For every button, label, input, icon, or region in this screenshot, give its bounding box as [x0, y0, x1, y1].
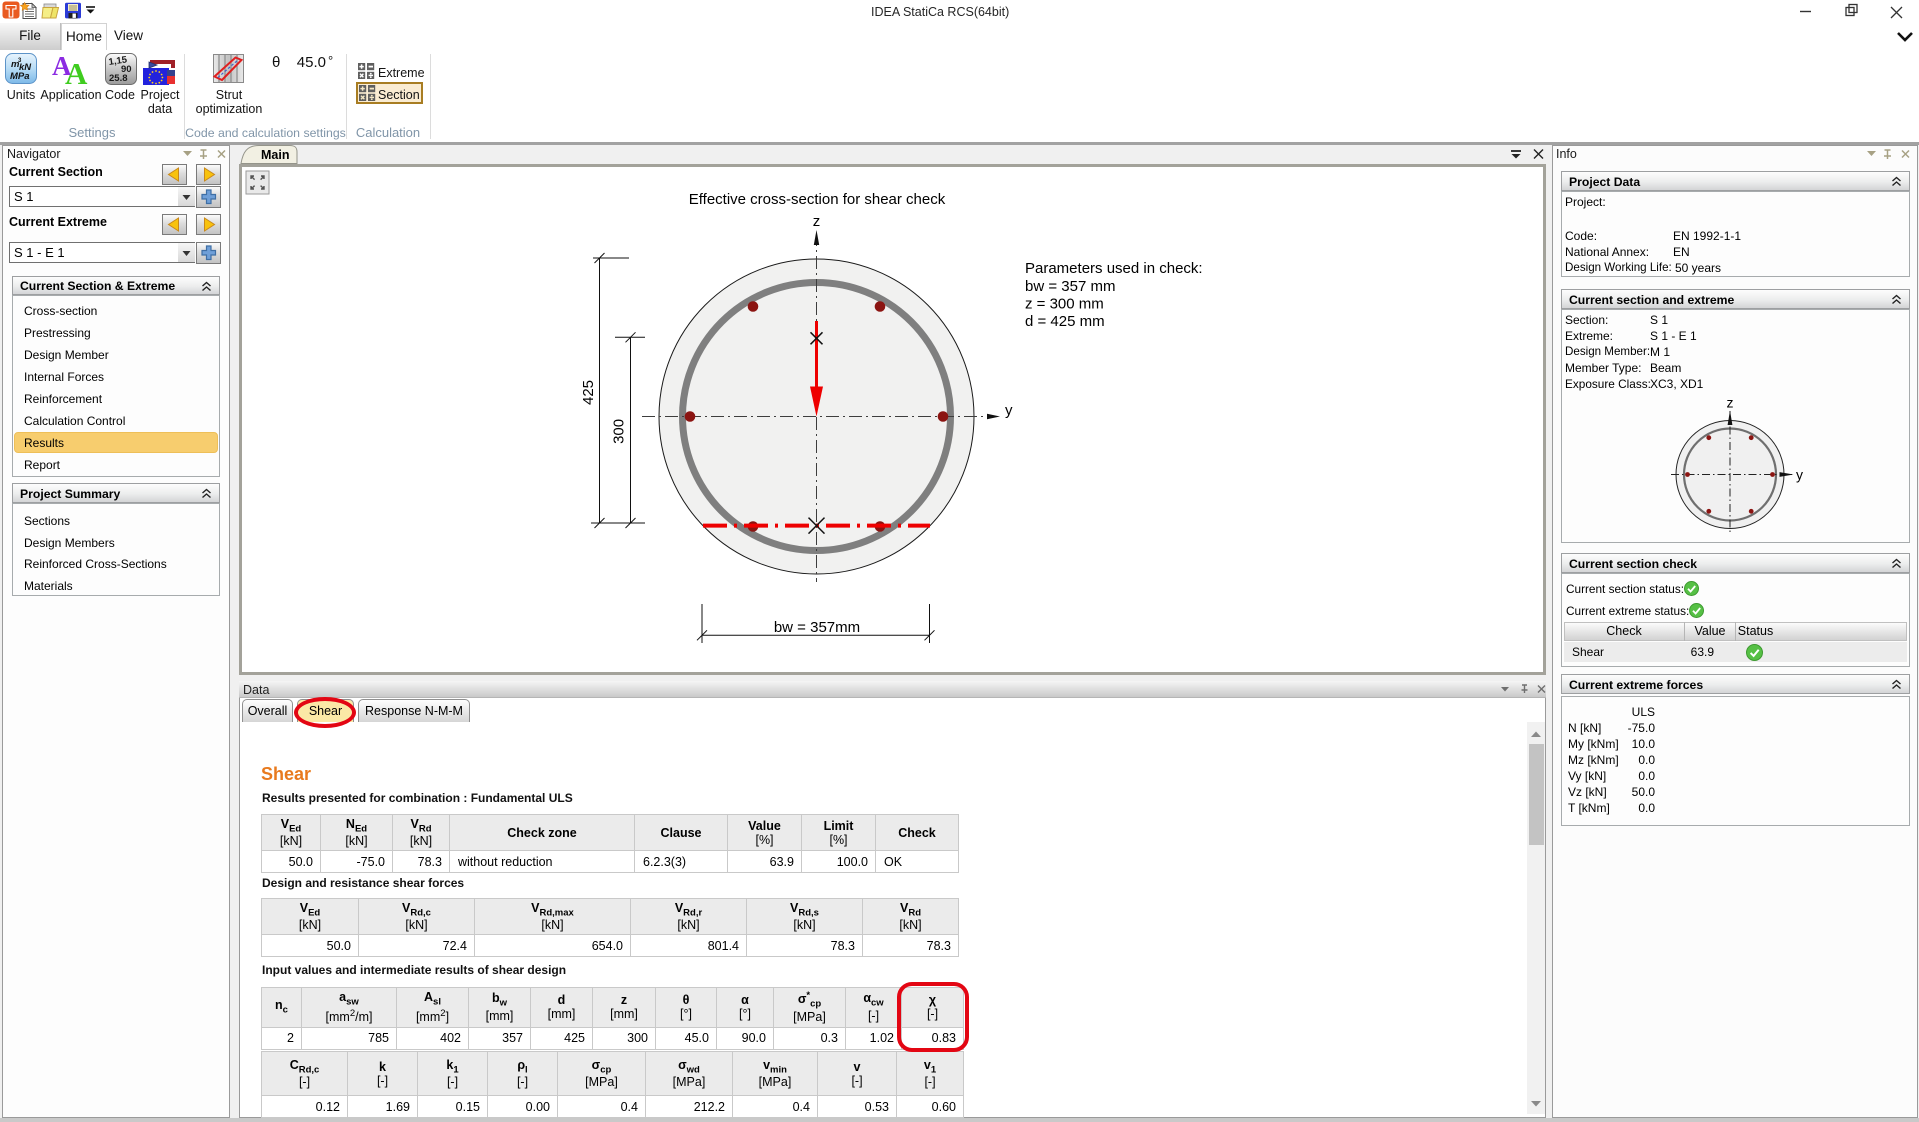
svg-text:425: 425: [580, 380, 597, 405]
svg-text:z: z: [813, 213, 821, 230]
svg-text:z = 300 mm: z = 300 mm: [1025, 296, 1104, 313]
svg-text:y: y: [1005, 402, 1013, 419]
svg-text:y: y: [1796, 467, 1803, 483]
svg-text:25.8: 25.8: [109, 73, 128, 84]
svg-text:bw = 357mm: bw = 357mm: [774, 619, 860, 636]
svg-text:Parameters used in check:: Parameters used in check:: [1025, 260, 1203, 277]
svg-text:z: z: [1727, 395, 1734, 411]
svg-text:d = 425 mm: d = 425 mm: [1025, 313, 1105, 330]
svg-text:Effective cross-section for sh: Effective cross-section for shear check: [689, 191, 946, 208]
svg-text:300: 300: [611, 419, 628, 444]
svg-text:MPa: MPa: [10, 71, 30, 82]
svg-text:bw = 357 mm: bw = 357 mm: [1025, 278, 1115, 295]
svg-text:A: A: [65, 56, 88, 87]
